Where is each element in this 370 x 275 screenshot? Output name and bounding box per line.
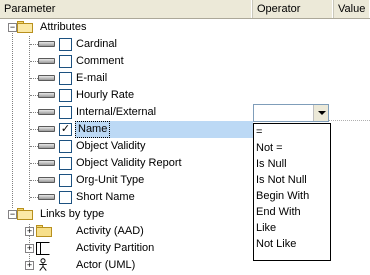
attribute-label: Hourly Rate	[76, 89, 135, 101]
open-folder-icon	[17, 208, 33, 220]
column-value[interactable]: Value	[334, 0, 370, 18]
attribute-row[interactable]: Comment	[0, 53, 370, 70]
link-type-label: Actor (UML)	[76, 259, 136, 271]
collapse-icon[interactable]: −	[8, 210, 17, 219]
attribute-row[interactable]: Cardinal	[0, 36, 370, 53]
attribute-icon	[38, 41, 55, 47]
operator-option[interactable]: Is Not Null	[255, 174, 330, 187]
attribute-label: Object Validity Report	[76, 157, 182, 169]
attribute-checkbox[interactable]	[59, 38, 72, 51]
column-header: Parameter Operator Value	[0, 0, 370, 19]
operator-option[interactable]: Not =	[255, 142, 330, 155]
attribute-checkbox-checked[interactable]: ✓	[59, 123, 72, 136]
attribute-icon	[38, 92, 55, 98]
attribute-checkbox[interactable]	[59, 106, 72, 119]
attribute-checkbox[interactable]	[59, 89, 72, 102]
operator-option[interactable]: Is Null	[255, 158, 330, 171]
tree-group-attributes[interactable]: − Attributes	[0, 19, 370, 36]
attribute-label: Short Name	[76, 191, 135, 203]
column-operator[interactable]: Operator	[253, 0, 334, 18]
operator-select[interactable]	[253, 104, 329, 122]
expand-icon[interactable]: +	[25, 261, 34, 270]
partition-icon	[36, 242, 50, 255]
attribute-icon	[38, 109, 55, 115]
attribute-label: Internal/External	[76, 106, 157, 118]
attribute-row[interactable]: Hourly Rate	[0, 87, 370, 104]
operator-option[interactable]: Begin With	[255, 190, 330, 203]
operator-option[interactable]: Like	[255, 222, 330, 235]
collapse-icon[interactable]: −	[8, 23, 17, 32]
attribute-label: Cardinal	[76, 38, 117, 50]
attribute-checkbox[interactable]	[59, 72, 72, 85]
attribute-label: Object Validity	[76, 140, 146, 152]
operator-option[interactable]: End With	[255, 206, 330, 219]
attribute-label: Comment	[76, 55, 124, 67]
operator-option[interactable]: Not Like	[255, 238, 330, 251]
attribute-checkbox[interactable]	[59, 140, 72, 153]
attribute-icon	[38, 143, 55, 149]
expand-icon[interactable]: +	[25, 244, 34, 253]
dropdown-arrow-icon[interactable]	[313, 105, 328, 121]
attribute-label: Name	[75, 121, 111, 138]
attribute-icon	[38, 194, 55, 200]
attribute-icon	[38, 177, 55, 183]
attribute-checkbox[interactable]	[59, 55, 72, 68]
attribute-row[interactable]: E-mail	[0, 70, 370, 87]
expand-icon[interactable]: +	[25, 227, 34, 236]
attribute-checkbox[interactable]	[59, 174, 72, 187]
operator-dropdown-list[interactable]: = Not = Is Null Is Not Null Begin With E…	[253, 123, 331, 261]
attribute-checkbox[interactable]	[59, 157, 72, 170]
group-label: Attributes	[40, 21, 87, 33]
column-parameter[interactable]: Parameter	[0, 0, 253, 18]
operator-option[interactable]: =	[255, 126, 330, 139]
attribute-icon	[38, 126, 55, 132]
link-type-label: Activity (AAD)	[76, 225, 144, 237]
selection-highlight	[104, 121, 253, 138]
link-type-label: Activity Partition	[76, 242, 155, 254]
attribute-checkbox[interactable]	[59, 191, 72, 204]
folder-icon	[36, 225, 52, 237]
attribute-label: E-mail	[76, 72, 108, 84]
open-folder-icon	[17, 21, 33, 33]
attribute-icon	[38, 58, 55, 64]
actor-icon	[39, 258, 47, 271]
attribute-icon	[38, 160, 55, 166]
attribute-icon	[38, 75, 55, 81]
attribute-label: Org-Unit Type	[76, 174, 145, 186]
group-label: Links by type	[40, 208, 105, 220]
